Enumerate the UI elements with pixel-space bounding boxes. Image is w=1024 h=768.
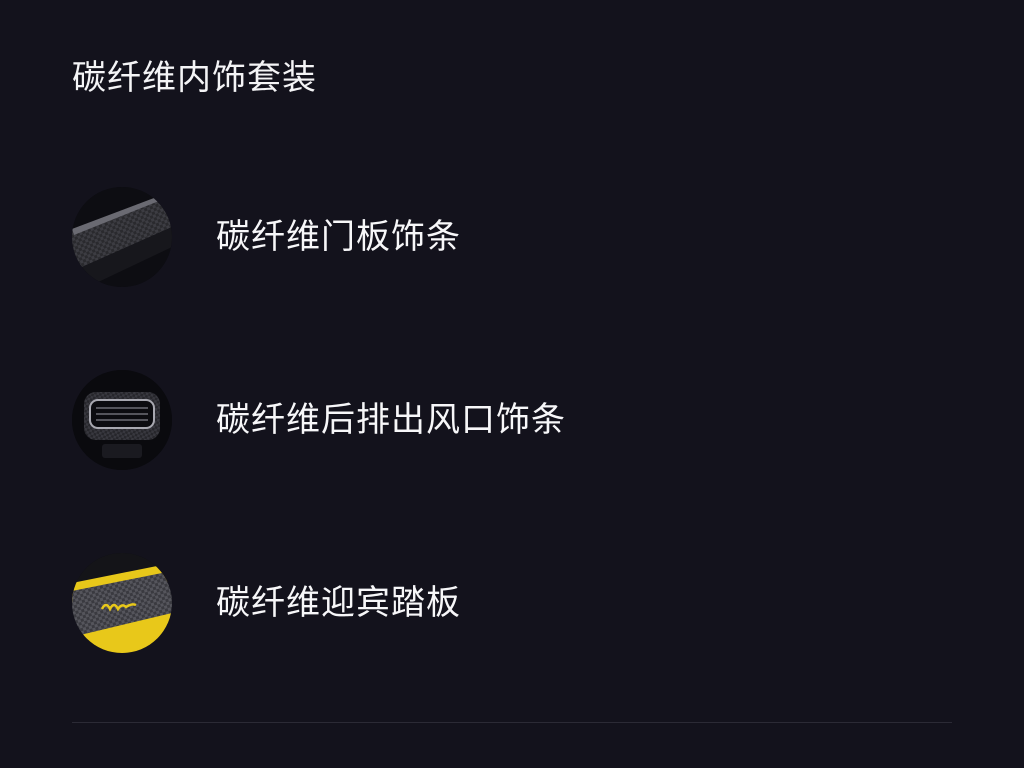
page: 碳纤维内饰套装 碳纤维门板饰条 碳纤维后排出风口饰条 碳纤维迎宾踏板 (0, 0, 1024, 768)
list-item-sill-plate[interactable]: 碳纤维迎宾踏板 (72, 553, 952, 653)
item-label: 碳纤维迎宾踏板 (216, 583, 461, 623)
item-label: 碳纤维后排出风口饰条 (216, 400, 566, 440)
list-item-rear-vent[interactable]: 碳纤维后排出风口饰条 (72, 370, 952, 470)
list-item-door-trim[interactable]: 碳纤维门板饰条 (72, 187, 952, 287)
divider (72, 722, 952, 723)
section-title: 碳纤维内饰套装 (72, 58, 317, 98)
sill-plate-thumbnail (72, 553, 172, 653)
rear-vent-thumbnail (72, 370, 172, 470)
door-trim-thumbnail (72, 187, 172, 287)
item-label: 碳纤维门板饰条 (216, 217, 461, 257)
